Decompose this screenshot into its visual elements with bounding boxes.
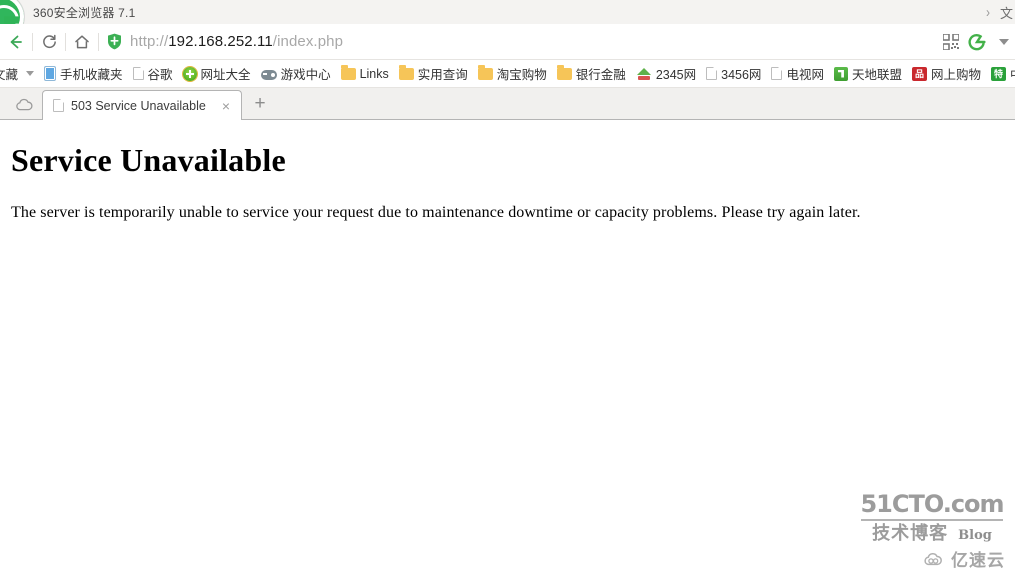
bookmark-item-tv[interactable]: 电视网 [766, 62, 829, 85]
green-badge-icon: 特 [990, 66, 1006, 81]
watermark: 51CTO.com 技术博客 Blog 亿速云 [857, 492, 1007, 571]
watermark-divider [861, 519, 1003, 521]
bookmark-label: 3456网 [721, 68, 762, 82]
reload-icon [42, 34, 56, 49]
back-arrow-icon [10, 35, 22, 48]
cloud-sync-button[interactable] [6, 89, 42, 119]
reload-button[interactable] [33, 27, 65, 57]
url-host: 192.168.252.11 [168, 33, 273, 50]
url-text[interactable]: http://192.168.252.11/index.php [130, 33, 343, 50]
url-scheme: http:// [130, 33, 169, 50]
bookmark-label: 中国 [1010, 64, 1015, 83]
page-body-text: The server is temporarily unable to serv… [11, 204, 861, 221]
gamepad-icon [260, 69, 277, 80]
bookmark-item-china[interactable]: 特 中国 [986, 62, 1015, 85]
page-icon [132, 67, 144, 80]
bookmark-label: 网上购物 [930, 68, 981, 82]
bookmark-favorites-label: 文藏 [0, 68, 19, 82]
bookmark-item-online-shopping[interactable]: 品 网上购物 [907, 62, 986, 85]
watermark-brand-text: 亿速云 [951, 551, 1005, 571]
bookmark-label: 手机收藏夹 [60, 68, 123, 82]
home-button[interactable] [66, 27, 98, 57]
bookmark-item-game-center[interactable]: 游戏中心 [256, 62, 336, 85]
bookmark-label: 网址大全 [200, 68, 251, 82]
home-icon [75, 34, 89, 48]
tab-strip: 503 Service Unavailable × + [0, 88, 1015, 120]
bookmark-folder-utilities[interactable]: 实用查询 [394, 62, 473, 85]
bookmark-label: 实用查询 [417, 68, 468, 82]
bookmark-folder-taobao[interactable]: 淘宝购物 [473, 62, 552, 85]
bookmark-item-google[interactable]: 谷歌 [128, 62, 178, 85]
folder-icon [398, 65, 414, 80]
bookmark-label: 2345网 [655, 68, 697, 82]
watermark-cn-text: 技术博客 [872, 523, 949, 544]
chevron-right-icon[interactable]: › [986, 3, 990, 21]
url-path: /index.php [272, 33, 344, 50]
tab-active[interactable]: 503 Service Unavailable × [42, 90, 242, 120]
navigation-bar: http://192.168.252.11/index.php [0, 24, 1015, 60]
browser-logo-icon [0, 0, 24, 24]
phone-icon [44, 66, 57, 81]
address-bar-icons [943, 33, 1015, 51]
back-button[interactable] [0, 27, 32, 57]
bookmark-label: Links [359, 66, 389, 81]
page-title: Service Unavailable [11, 142, 286, 178]
page-icon [771, 67, 783, 80]
bookmark-item-3456[interactable]: 3456网 [701, 62, 766, 85]
bookmark-item-tiandi[interactable]: 天地联盟 [829, 62, 907, 85]
bookmark-favorites-menu[interactable]: 文藏 [0, 62, 39, 85]
green-square-icon [833, 66, 848, 81]
chevron-down-icon [26, 71, 35, 76]
browser-e-icon[interactable] [968, 33, 986, 51]
folder-icon [477, 65, 493, 80]
bookmarks-bar: 文藏 手机收藏夹 谷歌 网址大全 游戏中心 Links 实用查询 [0, 60, 1015, 88]
chevron-down-icon[interactable] [999, 38, 1009, 45]
title-bar: 360安全浏览器 7.1 › 文 [0, 0, 1015, 24]
bookmark-item-hao123[interactable]: 网址大全 [178, 62, 256, 85]
cloud-icon [16, 98, 33, 110]
address-bar[interactable]: http://192.168.252.11/index.php [99, 27, 943, 57]
bookmark-label: 银行金融 [575, 68, 626, 82]
security-shield-icon [108, 33, 121, 50]
watermark-subtitle: 技术博客 Blog [857, 523, 1007, 544]
watermark-brand: 亿速云 [857, 546, 1007, 571]
bookmark-label: 谷歌 [147, 68, 173, 82]
tab-title: 503 Service Unavailable [71, 98, 206, 113]
window-title: 360安全浏览器 7.1 [33, 5, 136, 20]
title-bar-right-controls: › 文 [986, 0, 1015, 24]
bookmark-folder-links[interactable]: Links [336, 65, 394, 83]
bookmark-label: 游戏中心 [280, 68, 331, 82]
watermark-site: 51CTO.com [860, 490, 1004, 518]
roof-icon [636, 67, 652, 81]
folder-icon [556, 65, 572, 80]
bookmark-label: 淘宝购物 [496, 68, 547, 82]
bookmark-label: 电视网 [786, 68, 824, 82]
watermark-blog-text: Blog [958, 528, 992, 543]
close-icon[interactable]: × [219, 99, 233, 113]
new-tab-button[interactable]: + [246, 91, 274, 117]
bookmark-label: 天地联盟 [851, 68, 902, 82]
page-icon [53, 99, 64, 112]
page-icon [706, 67, 718, 80]
qr-code-icon[interactable] [943, 33, 959, 50]
bookmark-folder-banking[interactable]: 银行金融 [552, 62, 631, 85]
browser-window: 360安全浏览器 7.1 › 文 http://192.168.252.11/i… [0, 0, 1015, 575]
titlebar-cjk-fragment[interactable]: 文 [1000, 3, 1013, 22]
page-viewport: Service Unavailable The server is tempor… [0, 120, 1015, 575]
bookmark-item-mobile-favorites[interactable]: 手机收藏夹 [39, 62, 128, 85]
cloud-icon [924, 552, 942, 565]
bookmark-item-2345[interactable]: 2345网 [631, 62, 701, 85]
folder-icon [340, 65, 356, 80]
circle-plus-icon [182, 66, 197, 81]
red-badge-icon: 品 [911, 66, 927, 81]
